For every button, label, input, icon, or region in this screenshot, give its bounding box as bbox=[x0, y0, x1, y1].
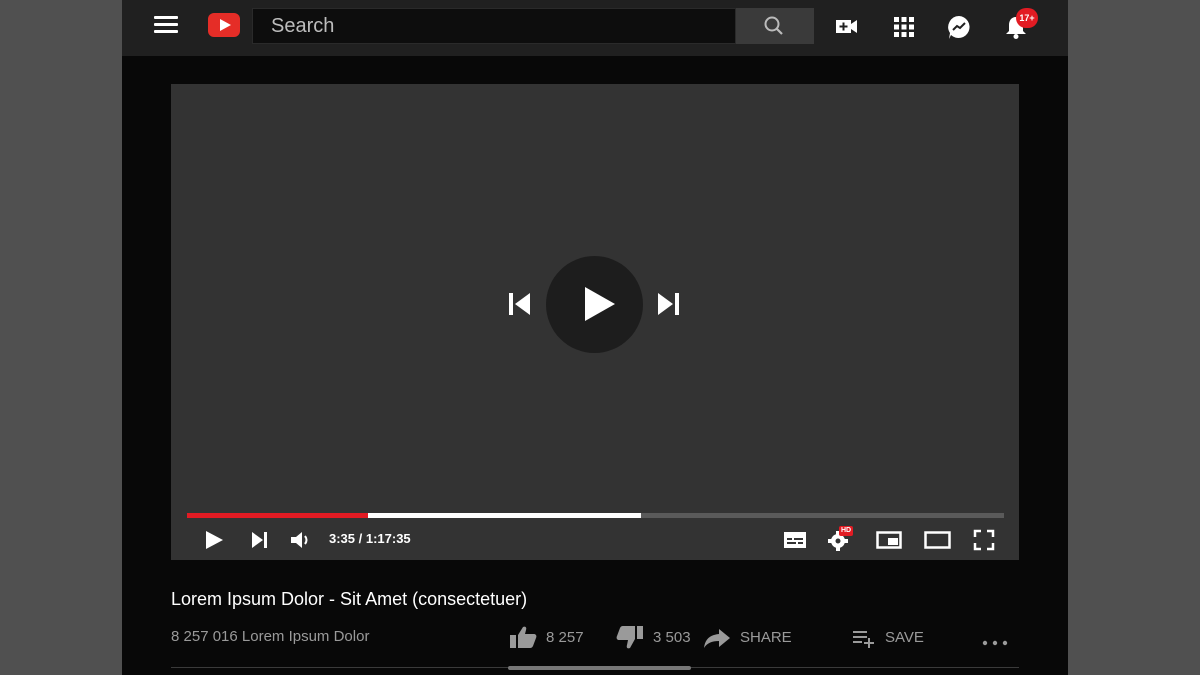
volume-icon bbox=[291, 532, 308, 548]
play-button-large[interactable] bbox=[546, 256, 643, 353]
fullscreen-button[interactable] bbox=[972, 528, 996, 552]
like-button[interactable]: 8 257 bbox=[508, 624, 584, 650]
play-button[interactable] bbox=[203, 528, 225, 552]
video-player[interactable]: 3:35 / 1:17:35 HD bbox=[171, 84, 1019, 560]
play-icon bbox=[206, 531, 223, 549]
menu-icon[interactable] bbox=[154, 16, 178, 36]
skip-next-icon bbox=[252, 532, 267, 548]
dislike-count: 3 503 bbox=[653, 628, 691, 646]
fullscreen-icon bbox=[973, 529, 995, 551]
save-label: SAVE bbox=[885, 628, 924, 646]
messages-icon[interactable] bbox=[946, 14, 972, 40]
youtube-logo[interactable] bbox=[208, 13, 240, 37]
top-bar bbox=[122, 0, 1068, 56]
search-button[interactable] bbox=[736, 8, 814, 44]
apps-icon[interactable] bbox=[891, 14, 917, 40]
like-count: 8 257 bbox=[546, 628, 584, 646]
scrollbar-thumb[interactable] bbox=[508, 666, 691, 670]
hd-badge: HD bbox=[839, 526, 854, 536]
time-display: 3:35 / 1:17:35 bbox=[329, 531, 411, 546]
next-video-button[interactable] bbox=[249, 528, 271, 552]
progress-bar[interactable] bbox=[187, 513, 1004, 518]
center-controls bbox=[171, 84, 1019, 560]
share-icon bbox=[704, 629, 730, 648]
thumbs-down-icon bbox=[616, 626, 643, 649]
dislike-button[interactable]: 3 503 bbox=[615, 624, 691, 650]
miniplayer-icon bbox=[876, 531, 902, 549]
miniplayer-button[interactable] bbox=[875, 528, 903, 552]
search-input[interactable] bbox=[252, 8, 736, 44]
next-button[interactable] bbox=[655, 290, 681, 318]
search-icon bbox=[764, 16, 783, 35]
create-video-icon[interactable] bbox=[834, 14, 860, 40]
view-count: 8 257 016 Lorem Ipsum Dolor bbox=[171, 628, 370, 645]
subtitles-button[interactable] bbox=[782, 528, 808, 552]
next-icon bbox=[658, 293, 679, 315]
save-button[interactable]: SAVE bbox=[851, 624, 924, 650]
share-label: SHARE bbox=[740, 628, 792, 646]
theater-mode-button[interactable] bbox=[923, 528, 953, 552]
played-bar bbox=[187, 513, 369, 518]
video-title: Lorem Ipsum Dolor - Sit Amet (consectetu… bbox=[171, 589, 528, 609]
previous-button[interactable] bbox=[507, 290, 533, 318]
notifications-badge: 17+ bbox=[1016, 8, 1038, 28]
subtitles-icon bbox=[784, 532, 806, 548]
thumbs-up-icon bbox=[510, 626, 537, 648]
add-to-playlist-icon bbox=[853, 631, 874, 648]
settings-button[interactable]: HD bbox=[827, 526, 857, 552]
more-horizontal-icon bbox=[982, 640, 1008, 646]
app-window: 17+ bbox=[122, 0, 1068, 675]
theater-icon bbox=[924, 531, 951, 549]
more-actions-button[interactable] bbox=[982, 634, 1008, 646]
volume-button[interactable] bbox=[289, 528, 313, 552]
previous-icon bbox=[509, 293, 530, 315]
share-button[interactable]: SHARE bbox=[702, 624, 792, 650]
